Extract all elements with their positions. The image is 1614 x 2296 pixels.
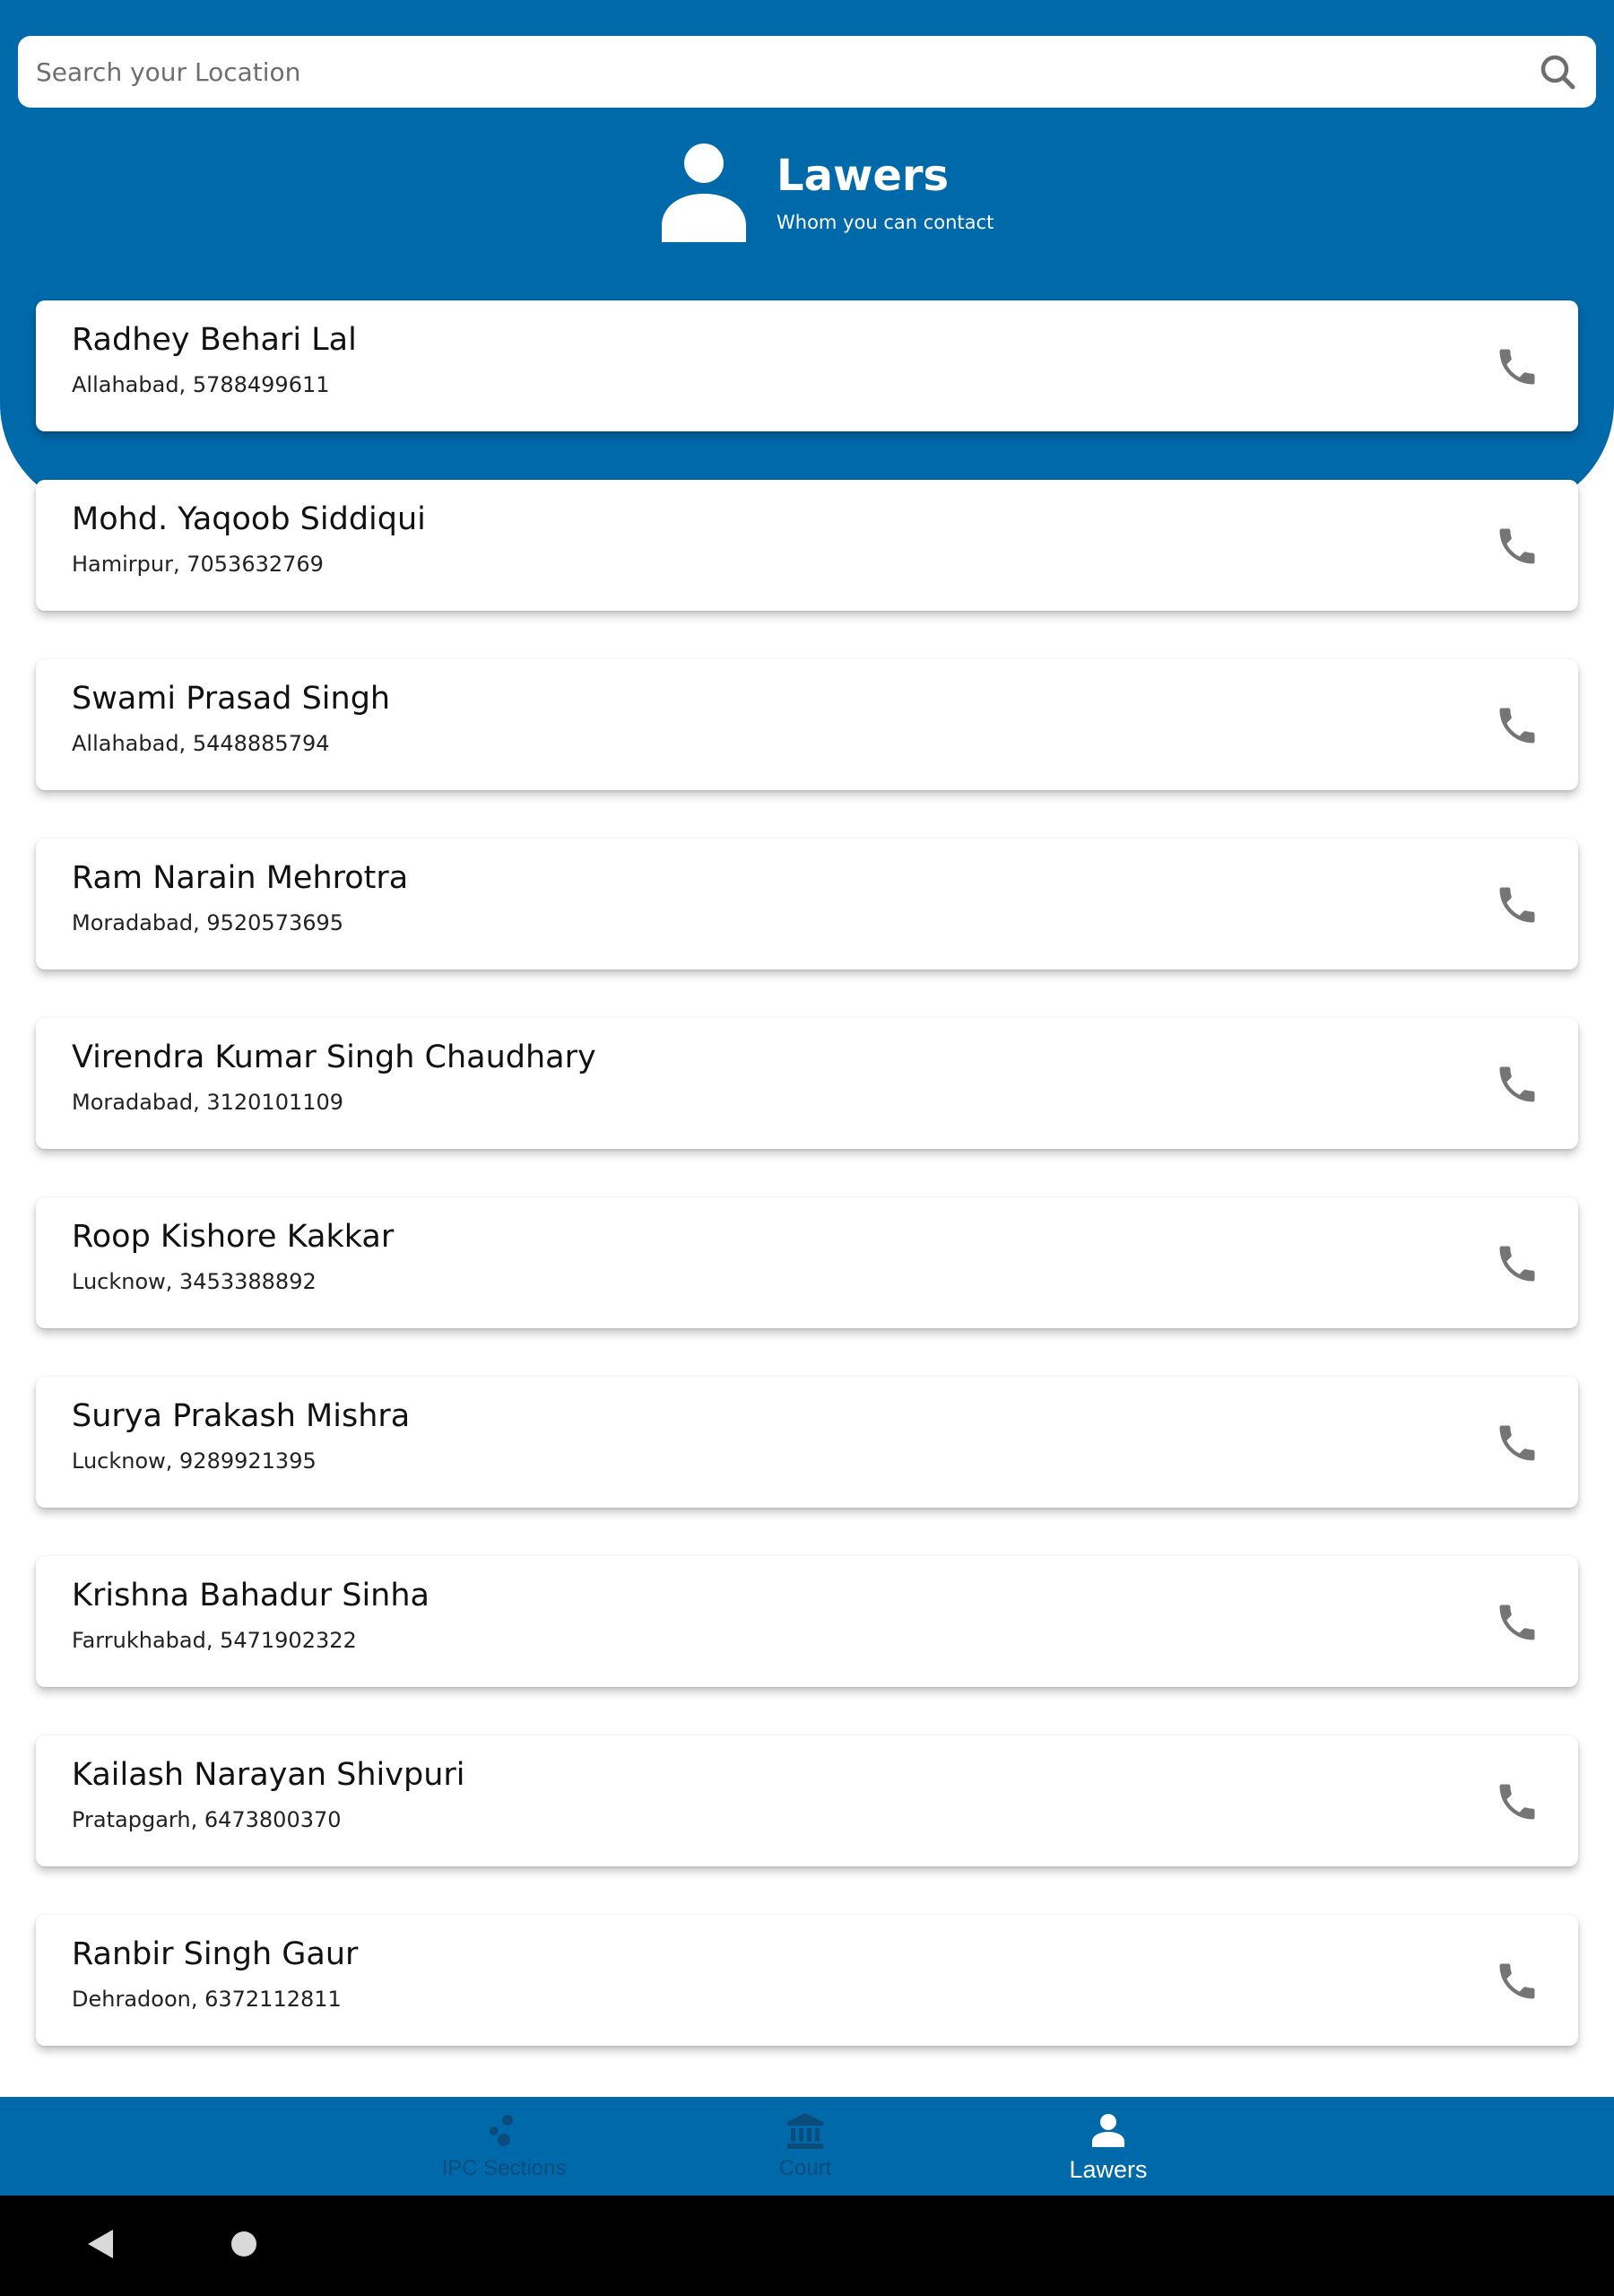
phone-icon[interactable] xyxy=(1494,344,1540,390)
bottom-navigation: IPC Sections Court Lawers xyxy=(0,2097,1614,2196)
phone-icon[interactable] xyxy=(1494,702,1540,749)
page-title: Lawers xyxy=(777,150,950,201)
lawyer-name: Ram Narain Mehrotra xyxy=(72,860,409,896)
lawyer-card[interactable]: Surya Prakash Mishra Lucknow, 9289921395 xyxy=(36,1377,1578,1508)
phone-icon[interactable] xyxy=(1494,1599,1540,1646)
nav-item-lawers[interactable]: Lawers xyxy=(992,2097,1225,2196)
lawyer-location-phone: Moradabad, 9520573695 xyxy=(72,910,344,935)
lawyer-card[interactable]: Ram Narain Mehrotra Moradabad, 9520573695 xyxy=(36,839,1578,970)
lawyer-card[interactable]: Mohd. Yaqoob Siddiqui Hamirpur, 705363276… xyxy=(36,480,1578,611)
back-triangle-icon[interactable] xyxy=(82,2226,118,2262)
phone-icon[interactable] xyxy=(1494,1061,1540,1108)
page-subtitle: Whom you can contact xyxy=(777,212,994,234)
lawyer-location-phone: Hamirpur, 7053632769 xyxy=(72,552,324,577)
phone-icon[interactable] xyxy=(1494,1958,1540,2005)
lawyer-location-phone: Allahabad, 5788499611 xyxy=(72,372,330,397)
lawyer-name: Swami Prasad Singh xyxy=(72,681,391,717)
phone-icon[interactable] xyxy=(1494,1420,1540,1466)
nav-label-ipc-sections: IPC Sections xyxy=(441,2156,567,2180)
lawyer-card[interactable]: Swami Prasad Singh Allahabad, 5448885794 xyxy=(36,659,1578,790)
page-header: Lawers Whom you can contact xyxy=(662,144,994,242)
nav-label-court: Court xyxy=(778,2156,832,2180)
nav-item-court[interactable]: Court xyxy=(689,2097,922,2196)
scatter-dots-icon xyxy=(490,2115,513,2146)
bank-icon xyxy=(787,2113,823,2149)
home-circle-icon[interactable] xyxy=(230,2230,258,2258)
lawyer-name: Krishna Bahadur Sinha xyxy=(72,1578,430,1613)
lawyer-location-phone: Lucknow, 3453388892 xyxy=(72,1269,317,1294)
phone-icon[interactable] xyxy=(1494,1240,1540,1287)
phone-icon[interactable] xyxy=(1494,523,1540,570)
lawyer-name: Ranbir Singh Gaur xyxy=(72,1936,359,1972)
lawyer-name: Mohd. Yaqoob Siddiqui xyxy=(72,501,426,537)
lawyer-card[interactable]: Roop Kishore Kakkar Lucknow, 3453388892 xyxy=(36,1197,1578,1328)
lawyer-location-phone: Pratapgarh, 6473800370 xyxy=(72,1807,342,1832)
lawyer-card[interactable]: Ranbir Singh Gaur Dehradoon, 6372112811 xyxy=(36,1915,1578,2046)
person-icon xyxy=(1092,2114,1124,2147)
system-navigation-bar xyxy=(0,2196,1614,2296)
lawyer-name: Virendra Kumar Singh Chaudhary xyxy=(72,1039,596,1075)
search-input[interactable] xyxy=(36,57,1537,87)
phone-icon[interactable] xyxy=(1494,882,1540,928)
lawyer-location-phone: Allahabad, 5448885794 xyxy=(72,731,330,756)
app-screen: Lawers Whom you can contact Radhey Behar… xyxy=(0,0,1614,2296)
lawyer-card[interactable]: Radhey Behari Lal Allahabad, 5788499611 xyxy=(36,300,1578,431)
lawyer-card[interactable]: Krishna Bahadur Sinha Farrukhabad, 547190… xyxy=(36,1556,1578,1687)
lawyer-card[interactable]: Virendra Kumar Singh Chaudhary Moradabad,… xyxy=(36,1018,1578,1149)
title-block: Lawers Whom you can contact xyxy=(777,150,994,234)
lawyer-name: Surya Prakash Mishra xyxy=(72,1398,411,1434)
lawyer-name: Roop Kishore Kakkar xyxy=(72,1219,395,1255)
lawyer-location-phone: Moradabad, 3120101109 xyxy=(72,1090,344,1115)
person-icon xyxy=(662,144,746,242)
nav-item-ipc-sections[interactable]: IPC Sections xyxy=(387,2097,620,2196)
lawyer-location-phone: Lucknow, 9289921395 xyxy=(72,1448,317,1474)
phone-icon[interactable] xyxy=(1494,1779,1540,1825)
lawyer-name: Kailash Narayan Shivpuri xyxy=(72,1757,465,1793)
lawyer-location-phone: Dehradoon, 6372112811 xyxy=(72,1987,342,2012)
lawyer-location-phone: Farrukhabad, 5471902322 xyxy=(72,1628,357,1653)
search-icon[interactable] xyxy=(1537,51,1578,92)
lawyer-name: Radhey Behari Lal xyxy=(72,322,357,358)
search-bar[interactable] xyxy=(18,36,1596,108)
nav-label-lawers: Lawers xyxy=(1069,2156,1148,2183)
lawyer-card[interactable]: Kailash Narayan Shivpuri Pratapgarh, 6473… xyxy=(36,1735,1578,1866)
